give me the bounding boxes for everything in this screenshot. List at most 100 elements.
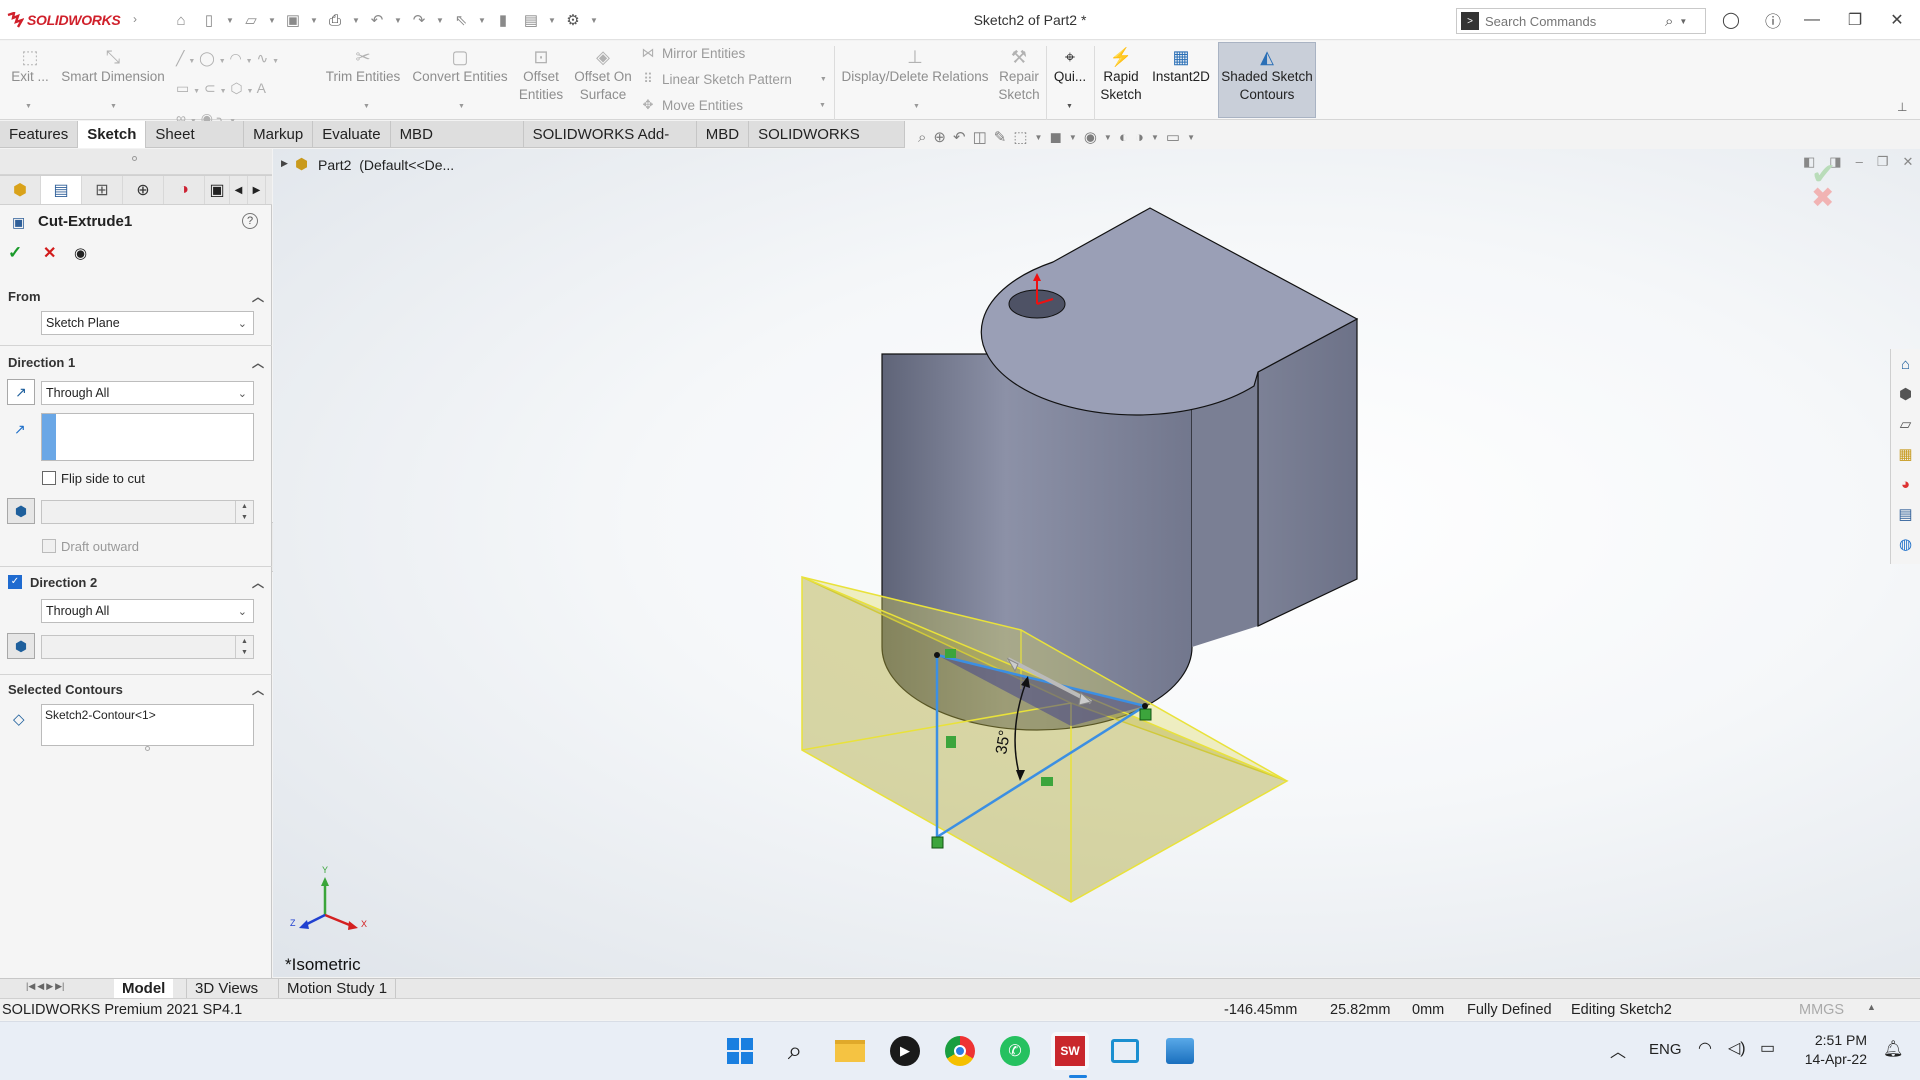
clock[interactable]: 2:51 PM 14-Apr-22	[1797, 1031, 1867, 1069]
rebuild-icon[interactable]: ▮	[492, 9, 514, 31]
new-document-icon[interactable]: ▯	[198, 9, 220, 31]
scroll-right-icon[interactable]: ▶	[248, 176, 266, 204]
tab-motion-study[interactable]: Motion Study 1	[278, 979, 397, 999]
convert-entities-button[interactable]: ▢ Convert Entities	[408, 46, 512, 86]
unit-system[interactable]: MMGS	[1799, 1002, 1844, 1018]
photos-icon[interactable]	[1161, 1032, 1199, 1070]
section-view-icon[interactable]: ◫	[973, 128, 987, 146]
media-player-icon[interactable]: ▶	[886, 1032, 924, 1070]
chevron-down-icon[interactable]: ▼	[1066, 103, 1073, 110]
zoom-to-fit-icon[interactable]: ⌕	[918, 129, 926, 146]
endpoint-marker[interactable]	[931, 836, 944, 849]
chevron-up-icon[interactable]: ▲	[1867, 1002, 1876, 1012]
move-entities-button[interactable]: ✥ Move Entities ▼	[640, 97, 826, 113]
spinner-arrows-icon[interactable]: ▲ ▼	[235, 501, 253, 523]
file-explorer-icon[interactable]	[831, 1032, 869, 1070]
volume-icon[interactable]: ◁)	[1728, 1038, 1746, 1058]
spline-icon[interactable]: ∿	[256, 50, 268, 66]
pin-icon[interactable]: ⊥	[1897, 100, 1907, 114]
direction1-section-header[interactable]: Direction 1 ︿	[0, 349, 272, 375]
rectangle-icon[interactable]: ▭	[176, 80, 189, 96]
chevron-down-icon[interactable]: ▼	[363, 103, 370, 110]
collapse-caret-icon[interactable]: ︿	[252, 574, 264, 591]
prev-tab-icon[interactable]: ◀	[37, 981, 44, 992]
view-palette-icon[interactable]: ▦	[1891, 439, 1920, 469]
chevron-down-icon[interactable]: ▼	[394, 16, 402, 25]
notification-bell-icon[interactable]: 🔔︎	[1883, 1039, 1903, 1059]
zoom-to-area-icon[interactable]: ⊕	[933, 128, 946, 146]
resize-handle-icon[interactable]	[145, 746, 150, 751]
next-tab-icon[interactable]: ▶	[46, 981, 53, 992]
slot-icon[interactable]: ⊂	[204, 80, 216, 96]
configuration-manager-icon[interactable]: ⊞	[82, 176, 123, 204]
open-folder-icon[interactable]: ▱	[240, 9, 262, 31]
display-style-icon[interactable]: ◼	[1049, 128, 1061, 146]
collapse-caret-icon[interactable]: ︿	[252, 288, 264, 305]
from-section-header[interactable]: From ︿	[0, 283, 272, 309]
shaded-sketch-contours-button[interactable]: ◭ Shaded Sketch Contours	[1218, 42, 1316, 118]
tab-sheet-metal[interactable]: Sheet Metal	[146, 121, 245, 170]
wifi-icon[interactable]: ◠	[1698, 1038, 1712, 1058]
chevron-down-icon[interactable]: ▼	[913, 103, 920, 110]
minimize-button[interactable]: —	[1797, 6, 1827, 34]
chevron-down-icon[interactable]: ▼	[352, 16, 360, 25]
redo-icon[interactable]: ↷	[408, 9, 430, 31]
dimxpert-manager-icon[interactable]: ⊕	[123, 176, 164, 204]
cam-manager-icon[interactable]: ▣	[205, 176, 230, 204]
scenes-icon[interactable]: ◑	[1135, 129, 1144, 146]
tab-markup[interactable]: Markup	[244, 121, 314, 148]
tab-sketch[interactable]: Sketch	[78, 121, 147, 148]
chevron-down-icon[interactable]: ▼	[1679, 17, 1687, 26]
remote-desktop-icon[interactable]	[1106, 1032, 1144, 1070]
repair-sketch-button[interactable]: ⚒ Repair Sketch	[994, 46, 1044, 104]
chevron-down-icon[interactable]: ▼	[226, 16, 234, 25]
home-icon[interactable]: ⌂	[170, 9, 192, 31]
design-library-icon[interactable]: ⬢	[1891, 379, 1920, 409]
resize-handle-icon[interactable]	[132, 156, 137, 161]
block-side-face[interactable]	[1257, 317, 1358, 627]
list-item[interactable]: Sketch2-Contour<1>	[42, 705, 253, 725]
undo-icon[interactable]: ↶	[366, 9, 388, 31]
graphics-area[interactable]: ▶ ⬢ Part2 (Default<<De... ◧◨–❐✕ ✔ ✖	[273, 149, 1920, 977]
collapse-caret-icon[interactable]: ︿	[252, 354, 264, 371]
offset-on-surface-button[interactable]: ◈ Offset On Surface	[570, 46, 636, 104]
draft-toggle-icon[interactable]: ⬢	[7, 498, 35, 524]
solidworks-taskbar-icon[interactable]: SW	[1051, 1032, 1089, 1070]
battery-icon[interactable]: ▭	[1760, 1038, 1775, 1058]
home-icon[interactable]: ⌂	[1891, 349, 1920, 379]
input-language[interactable]: ENG	[1649, 1041, 1682, 1058]
feature-manager-icon[interactable]: ⬢	[0, 176, 41, 204]
direction-vector-field[interactable]	[41, 413, 254, 461]
menu-expand-icon[interactable]: ›	[133, 12, 137, 26]
dynamic-annotation-icon[interactable]: ✎	[994, 128, 1007, 146]
quick-snaps-button[interactable]: ⌖ Qui...	[1050, 46, 1090, 86]
display-delete-relations-button[interactable]: ⊥ Display/Delete Relations	[840, 46, 990, 86]
polygon-icon[interactable]: ⬡	[230, 80, 242, 96]
view-settings-icon[interactable]: ▭	[1166, 128, 1180, 146]
chevron-down-icon[interactable]: ▼	[110, 103, 117, 110]
show-hidden-icons-chevron-icon[interactable]: ︿	[1610, 1038, 1626, 1062]
tab-mbd-dimensions[interactable]: MBD Dimensions	[391, 121, 524, 170]
selected-contours-header[interactable]: Selected Contours ︿	[0, 676, 272, 702]
chrome-icon[interactable]	[941, 1032, 979, 1070]
tab-evaluate[interactable]: Evaluate	[313, 121, 391, 148]
text-icon[interactable]: A	[257, 80, 266, 96]
file-explorer-icon[interactable]: ▱	[1891, 409, 1920, 439]
search-input[interactable]	[1485, 13, 1665, 29]
search-icon[interactable]: ⌕	[1665, 13, 1673, 30]
ok-check-icon[interactable]: ✓	[8, 243, 22, 263]
cancel-x-icon[interactable]: ✕	[43, 243, 56, 263]
chevron-down-icon[interactable]: ▼	[436, 16, 444, 25]
direction2-end-condition-dropdown[interactable]: Through All ⌄	[41, 599, 254, 623]
line-icon[interactable]: ╱	[176, 50, 184, 66]
draft-outward-checkbox[interactable]	[42, 539, 56, 553]
print-icon[interactable]: ⎙	[324, 9, 346, 31]
trim-entities-button[interactable]: ✂ Trim Entities	[324, 46, 402, 86]
view-orientation-icon[interactable]: ⬚	[1013, 128, 1027, 146]
chevron-down-icon[interactable]: ▼	[458, 103, 465, 110]
select-arrow-icon[interactable]: ⇖	[450, 9, 472, 31]
direction2-section-header[interactable]: Direction 2 ︿	[0, 569, 272, 595]
chevron-down-icon[interactable]: ▼	[590, 16, 598, 25]
help-icon[interactable]: ?	[242, 213, 258, 229]
search-commands-box[interactable]: > ⌕ ▼	[1456, 8, 1706, 34]
